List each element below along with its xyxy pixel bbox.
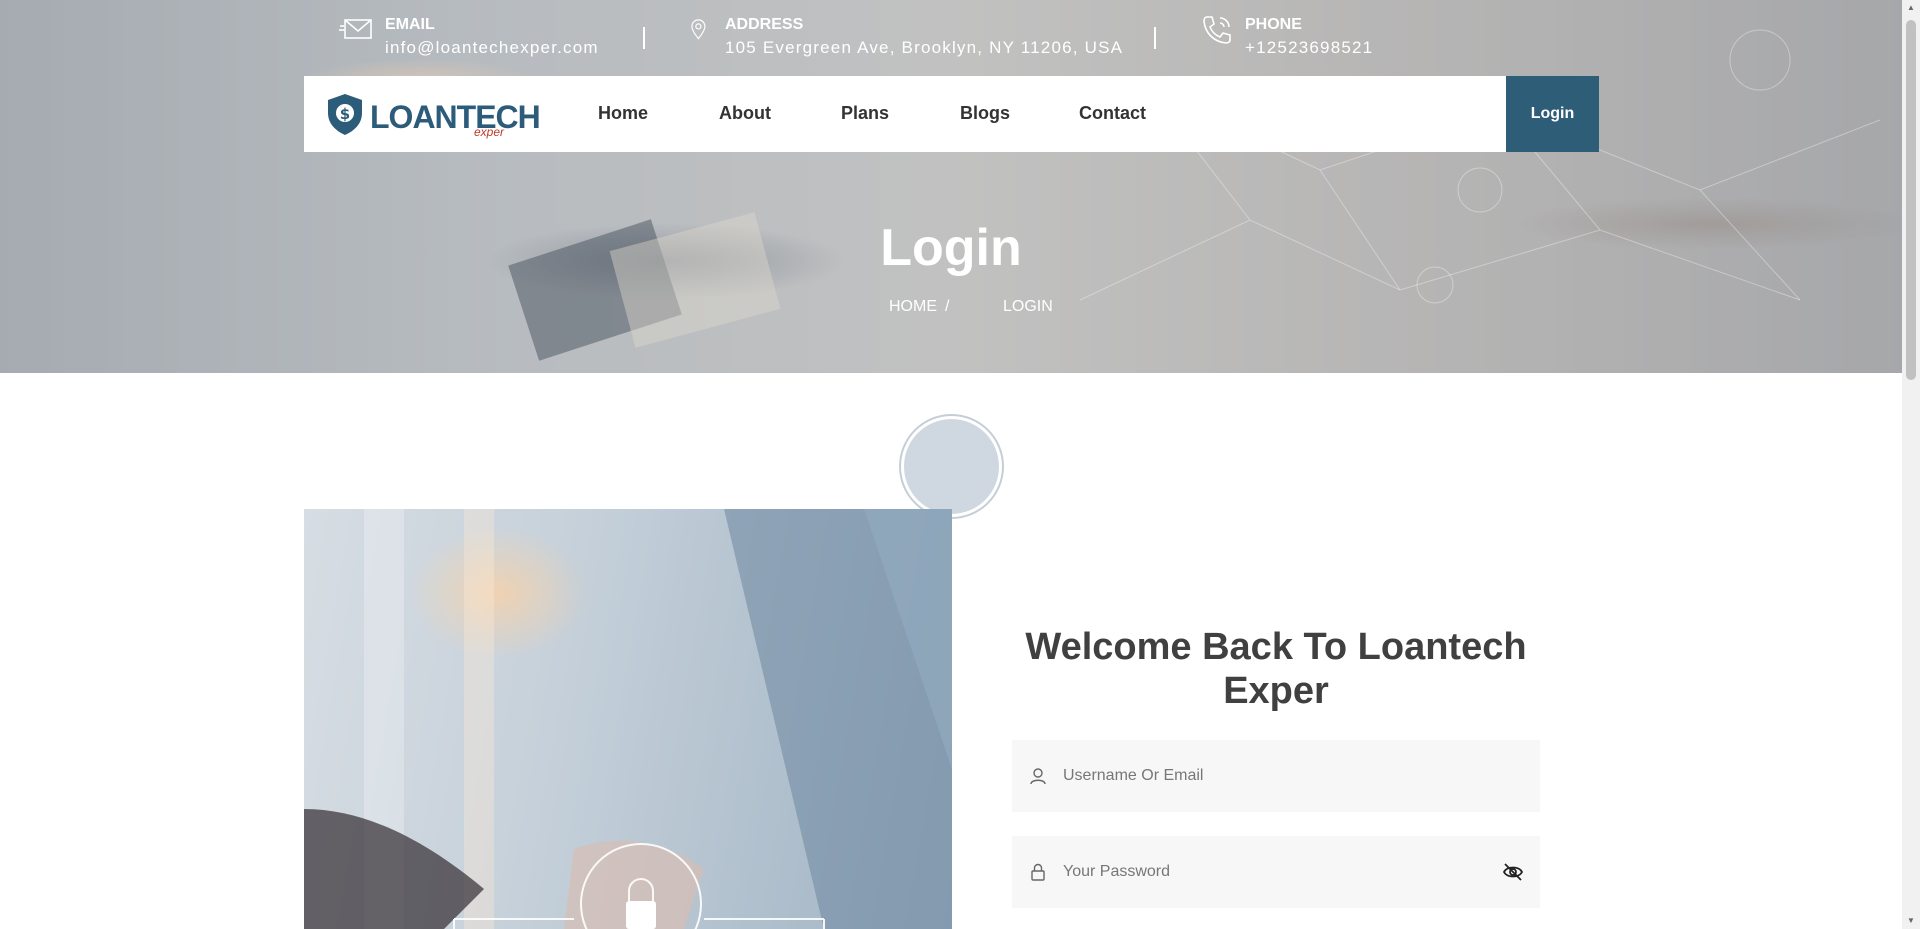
nav-contact[interactable]: Contact — [1079, 103, 1146, 124]
laptop-lock-illustration — [304, 509, 952, 929]
login-illustration-photo — [304, 509, 952, 929]
main-navbar: $ LOANTECH exper Home About Plans Blogs … — [304, 76, 1599, 152]
divider — [643, 27, 645, 49]
page-scrollbar[interactable]: ▲ ▼ — [1902, 0, 1920, 929]
logo-subtext: exper — [474, 125, 505, 139]
address-title: ADDRESS — [725, 16, 804, 33]
location-pin-icon — [691, 19, 706, 40]
scroll-down-arrow-icon[interactable]: ▼ — [1902, 913, 1920, 929]
contact-address: ADDRESS 105 Evergreen Ave, Brooklyn, NY … — [689, 14, 1123, 60]
breadcrumb-home[interactable]: HOME — [889, 298, 937, 316]
decorative-circle — [901, 416, 1002, 517]
user-icon — [1030, 768, 1046, 785]
nav-about[interactable]: About — [719, 103, 771, 124]
username-field[interactable]: Username Or Email — [1012, 740, 1540, 812]
login-button[interactable]: Login — [1506, 76, 1599, 152]
scroll-thumb[interactable] — [1906, 20, 1916, 380]
logo-text: LOANTECH — [370, 99, 541, 135]
site-logo[interactable]: $ LOANTECH exper — [324, 91, 541, 139]
lock-icon — [1031, 863, 1045, 881]
nav-plans[interactable]: Plans — [841, 103, 889, 124]
address-value: 105 Evergreen Ave, Brooklyn, NY 11206, U… — [725, 38, 1124, 57]
phone-value[interactable]: +12523698521 — [1245, 36, 1373, 60]
scroll-up-arrow-icon[interactable]: ▲ — [1902, 0, 1920, 16]
breadcrumb-current: LOGIN — [1003, 298, 1053, 315]
svg-text:$: $ — [340, 105, 350, 123]
contact-email: EMAIL info@loantechexper.com — [339, 14, 599, 60]
divider — [1154, 27, 1156, 49]
breadcrumb-separator: / — [945, 298, 950, 315]
email-title: EMAIL — [385, 16, 435, 33]
email-value[interactable]: info@loantechexper.com — [385, 36, 599, 60]
mail-icon — [339, 19, 372, 39]
nav-home[interactable]: Home — [598, 103, 648, 124]
welcome-heading: Welcome Back To Loantech Exper — [1025, 626, 1527, 712]
phone-title: PHONE — [1245, 16, 1302, 33]
contact-bar: EMAIL info@loantechexper.com ADDRESS 105… — [0, 0, 1902, 76]
shield-dollar-icon: $ — [328, 94, 362, 135]
page-title: Login — [880, 219, 1022, 277]
eye-slash-icon[interactable] — [1502, 862, 1524, 882]
password-field[interactable]: Your Password — [1012, 836, 1540, 908]
contact-phone: PHONE +12523698521 — [1199, 14, 1373, 60]
nav-blogs[interactable]: Blogs — [960, 103, 1010, 124]
password-placeholder: Your Password — [1063, 863, 1171, 880]
phone-icon — [1203, 16, 1231, 44]
username-placeholder: Username Or Email — [1063, 767, 1204, 784]
